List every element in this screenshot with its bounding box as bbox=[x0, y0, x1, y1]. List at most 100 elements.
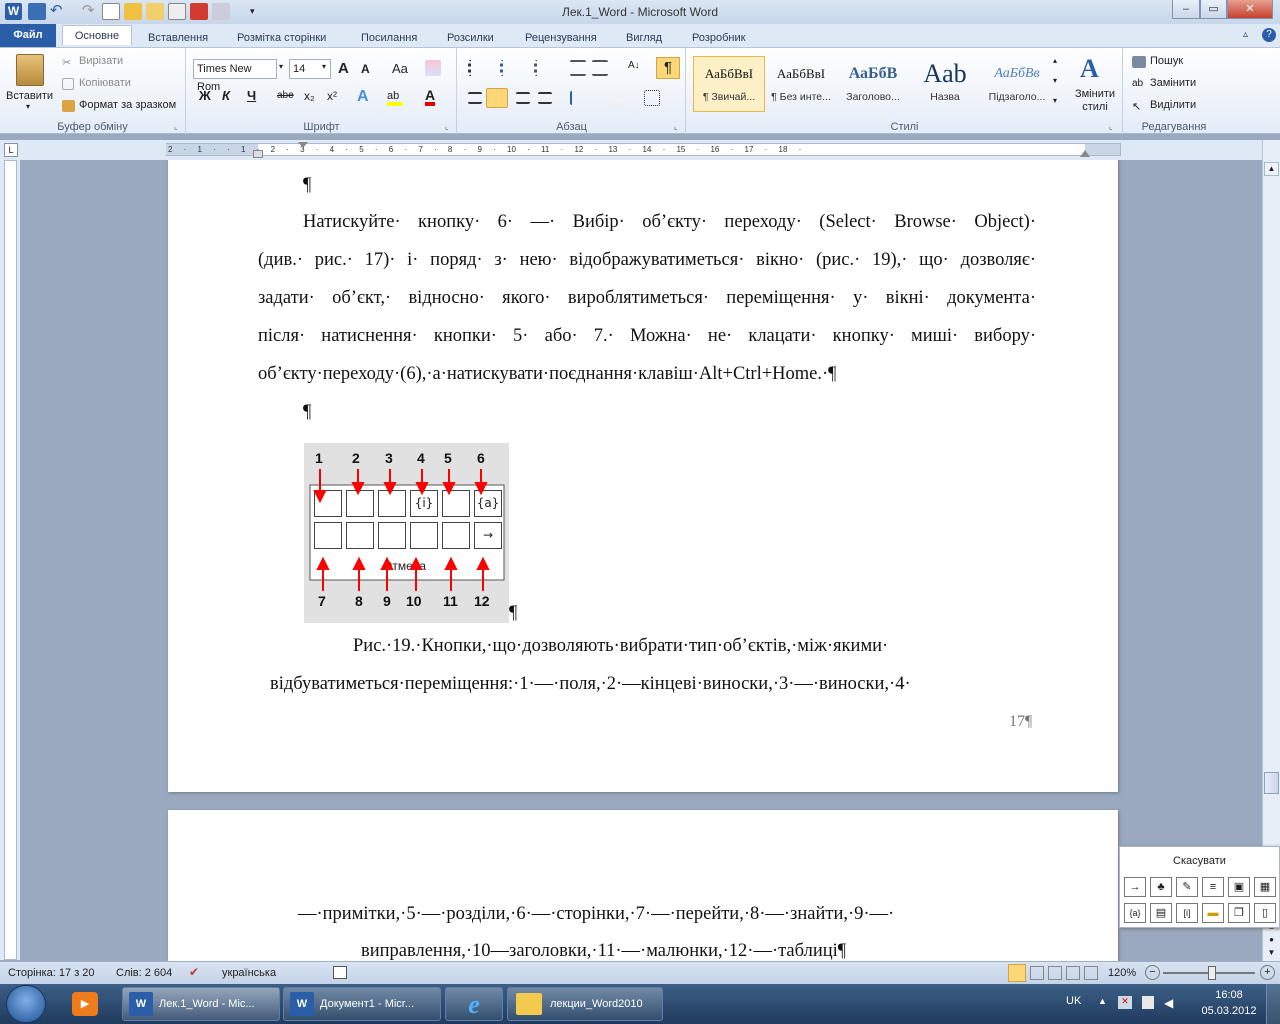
show-formatting-button[interactable]: ¶ bbox=[656, 57, 680, 79]
browse-table-icon[interactable]: ▦ bbox=[1254, 877, 1276, 897]
vertical-ruler[interactable] bbox=[0, 160, 20, 960]
replace-button[interactable]: Замінити bbox=[1150, 77, 1196, 89]
zoom-slider-thumb[interactable] bbox=[1208, 966, 1216, 980]
font-launcher-icon[interactable]: ⌞ bbox=[445, 122, 449, 131]
show-desktop-button[interactable] bbox=[1266, 984, 1280, 1024]
browse-page-icon[interactable]: ▯ bbox=[1254, 903, 1276, 923]
view-outline-icon[interactable] bbox=[1066, 966, 1080, 980]
grow-font-button[interactable]: A bbox=[338, 60, 349, 77]
horizontal-ruler[interactable]: L 2 · 1 · · 1 · 2 · 3 · 4 · 5 · 6 · 7 · … bbox=[0, 140, 1280, 160]
vertical-scrollbar[interactable]: ▲ ▼ ▲ ● ▼ bbox=[1262, 140, 1280, 961]
help-icon[interactable]: ? bbox=[1262, 28, 1276, 42]
view-full-screen-icon[interactable] bbox=[1030, 966, 1044, 980]
maximize-button[interactable]: ▭ bbox=[1200, 0, 1227, 19]
bold-button[interactable]: Ж bbox=[199, 88, 211, 103]
tab-file[interactable]: Файл bbox=[0, 24, 56, 47]
align-left-icon[interactable] bbox=[468, 92, 482, 104]
strikethrough-button[interactable]: abe bbox=[277, 90, 294, 101]
increase-indent-icon[interactable] bbox=[592, 60, 608, 76]
status-words[interactable]: Слів: 2 604 bbox=[116, 967, 172, 979]
borders-icon[interactable] bbox=[644, 90, 660, 106]
styles-scroll-up-icon[interactable]: ▴ bbox=[1053, 56, 1057, 65]
style-title[interactable]: Aab Назва bbox=[909, 56, 981, 112]
copy-button[interactable]: Копіювати bbox=[79, 77, 131, 89]
proofing-icon[interactable]: ✔ bbox=[189, 965, 205, 979]
action-center-icon[interactable] bbox=[1142, 996, 1154, 1009]
justify-icon[interactable] bbox=[538, 92, 552, 104]
browse-find-icon[interactable]: ♣ bbox=[1150, 877, 1172, 897]
tab-review[interactable]: Рецензування bbox=[519, 28, 603, 48]
superscript-button[interactable]: x² bbox=[327, 89, 337, 103]
paste-dropdown-icon[interactable]: ▾ bbox=[26, 102, 30, 111]
font-name-dropdown-icon[interactable]: ▾ bbox=[279, 62, 283, 71]
ribbon-collapse-icon[interactable]: ▵ bbox=[1243, 29, 1248, 40]
tab-developer[interactable]: Розробник bbox=[686, 28, 751, 48]
styles-scroll-down-icon[interactable]: ▾ bbox=[1053, 76, 1057, 85]
next-page-button[interactable]: ▼ bbox=[1264, 948, 1279, 960]
browse-edit-icon[interactable]: ✎ bbox=[1176, 877, 1198, 897]
scroll-up-button[interactable]: ▲ bbox=[1264, 162, 1279, 176]
input-language[interactable]: UK bbox=[1066, 995, 1081, 1007]
underline-button[interactable]: Ч bbox=[247, 88, 256, 103]
styles-launcher-icon[interactable]: ⌞ bbox=[1109, 122, 1113, 131]
tray-arrow-icon[interactable]: ▲ bbox=[1098, 996, 1107, 1006]
volume-icon[interactable]: ◀ bbox=[1164, 996, 1173, 1010]
zoom-in-button[interactable]: + bbox=[1260, 965, 1275, 980]
format-painter-button[interactable]: Формат за зразком bbox=[79, 99, 176, 111]
tab-page-layout[interactable]: Розмітка сторінки bbox=[231, 28, 332, 48]
change-case-button[interactable]: Aa bbox=[392, 61, 408, 76]
browse-section-icon[interactable]: ▤ bbox=[1150, 903, 1172, 923]
paste-button[interactable]: Вставити bbox=[6, 90, 53, 102]
style-no-spacing[interactable]: АаБбВвІ ¶ Без инте... bbox=[765, 56, 837, 112]
browse-graphic-icon[interactable]: ▣ bbox=[1228, 877, 1250, 897]
zoom-level[interactable]: 120% bbox=[1108, 967, 1136, 979]
bullets-icon[interactable] bbox=[468, 60, 488, 76]
right-indent-marker[interactable] bbox=[1080, 150, 1090, 157]
change-styles-button[interactable]: Змінити стилі bbox=[1070, 88, 1120, 114]
browse-heading-icon[interactable]: ≡ bbox=[1202, 877, 1224, 897]
subscript-button[interactable]: x₂ bbox=[304, 89, 315, 103]
taskbar-folder[interactable]: лекции_Word2010 bbox=[507, 987, 663, 1021]
style-heading[interactable]: АаБбВ Заголово... bbox=[837, 56, 909, 112]
taskbar-word-lek1[interactable]: W Лек.1_Word - Mic... bbox=[122, 987, 280, 1021]
multilevel-list-icon[interactable] bbox=[534, 60, 554, 76]
taskbar-ie[interactable]: e bbox=[445, 987, 503, 1021]
scroll-thumb[interactable] bbox=[1264, 772, 1279, 794]
view-draft-icon[interactable] bbox=[1084, 966, 1098, 980]
left-indent-marker[interactable] bbox=[253, 150, 263, 158]
style-normal[interactable]: АаБбВвІ ¶ Звичай... bbox=[693, 56, 765, 112]
start-button[interactable] bbox=[6, 985, 46, 1023]
status-language[interactable]: українська bbox=[222, 967, 276, 979]
select-browse-object-button[interactable]: ● bbox=[1264, 935, 1279, 947]
browse-field-icon[interactable]: {a} bbox=[1124, 903, 1146, 923]
browse-endnote-icon[interactable]: ❐ bbox=[1228, 903, 1250, 923]
document-area[interactable]: ¶ Натискуйте· кнопку· 6· —· Вибір· об’єк… bbox=[20, 160, 1262, 961]
clock-date[interactable]: 05.03.2012 bbox=[1200, 1005, 1258, 1017]
highlight-icon[interactable]: ab bbox=[387, 90, 403, 106]
cut-button[interactable]: Вирізати bbox=[79, 55, 123, 67]
find-button[interactable]: Пошук bbox=[1150, 55, 1183, 67]
minimize-button[interactable]: – bbox=[1172, 0, 1200, 19]
browse-goto-icon[interactable]: → bbox=[1124, 877, 1146, 897]
line-spacing-icon[interactable] bbox=[570, 91, 588, 105]
browse-comment-icon[interactable]: [i] bbox=[1176, 903, 1198, 923]
text-effects-icon[interactable]: A bbox=[357, 89, 373, 105]
shrink-font-button[interactable]: A bbox=[361, 62, 370, 76]
tab-insert[interactable]: Вставлення bbox=[142, 28, 214, 48]
italic-button[interactable]: К bbox=[222, 88, 230, 103]
select-button[interactable]: Виділити bbox=[1150, 99, 1196, 111]
browse-footnote-icon[interactable]: ▬ bbox=[1202, 903, 1224, 923]
paragraph-launcher-icon[interactable]: ⌞ bbox=[674, 122, 678, 131]
sort-icon[interactable]: A↓ bbox=[628, 60, 644, 76]
font-color-button[interactable]: A bbox=[425, 88, 436, 106]
zoom-out-button[interactable]: − bbox=[1145, 965, 1160, 980]
font-size-dropdown-icon[interactable]: ▾ bbox=[322, 62, 326, 71]
styles-more-icon[interactable]: ▾ bbox=[1053, 96, 1057, 105]
macro-record-icon[interactable] bbox=[333, 966, 347, 979]
decrease-indent-icon[interactable] bbox=[570, 60, 586, 76]
view-web-layout-icon[interactable] bbox=[1048, 966, 1062, 980]
clipboard-launcher-icon[interactable]: ⌞ bbox=[174, 122, 178, 131]
tab-references[interactable]: Посилання bbox=[355, 28, 423, 48]
font-name-combo[interactable]: Times New Rom bbox=[193, 59, 277, 93]
style-subtitle[interactable]: АаБбВв Підзаголо... bbox=[981, 56, 1053, 112]
